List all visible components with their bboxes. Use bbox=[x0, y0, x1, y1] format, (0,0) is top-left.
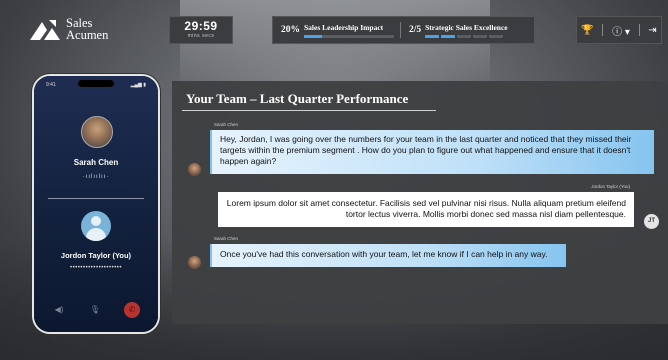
phone-divider bbox=[48, 198, 144, 199]
timer-value: 29:59 bbox=[184, 19, 218, 33]
info-icon[interactable]: ⓘ ▾ bbox=[612, 23, 630, 38]
toolbar: 🏆 ⓘ ▾ ⇥ bbox=[576, 16, 662, 44]
user-initials-avatar: JT bbox=[644, 214, 659, 229]
title-underline bbox=[182, 110, 436, 111]
progress-segment bbox=[489, 34, 504, 38]
caller-avatar bbox=[81, 116, 113, 148]
brand-name: Sales Acumen bbox=[66, 17, 109, 42]
toolbar-divider bbox=[602, 24, 604, 36]
phone-status-bar: 9:41 ▂▄▆ ▮ bbox=[46, 82, 146, 88]
progress-segment bbox=[457, 34, 472, 38]
logo-mark-icon bbox=[30, 20, 60, 40]
user-audio-dots: •••••••••••••••••••• bbox=[69, 265, 122, 271]
background-window-glow bbox=[180, 0, 490, 90]
progress-leadership-fill bbox=[304, 34, 322, 38]
user-message: Lorem ipsum dolor sit amet consectetur. … bbox=[218, 192, 634, 227]
message-sender: Sarah Chen bbox=[214, 236, 239, 241]
progress-panel: 20% Sales Leadership Impact 2/5 Strategi… bbox=[272, 16, 535, 44]
progress-leadership: 20% Sales Leadership Impact bbox=[273, 23, 394, 38]
phone-controls: ◀) 🎙 ✆ bbox=[52, 302, 140, 318]
progress-segment bbox=[441, 34, 456, 38]
caller-name: Sarah Chen bbox=[73, 158, 119, 167]
progress-excellence-title: Strategic Sales Excellence bbox=[425, 22, 508, 32]
progress-excellence-value: 2/5 bbox=[409, 25, 422, 35]
progress-leadership-value: 20% bbox=[281, 25, 300, 35]
trophy-icon[interactable]: 🏆 bbox=[581, 25, 593, 36]
message-sender: Jordon Taylor (You) bbox=[591, 184, 630, 189]
phone-signal-icon: ▂▄▆ ▮ bbox=[130, 82, 146, 88]
speaker-icon[interactable]: ◀) bbox=[52, 303, 66, 317]
conversation-panel: Your Team – Last Quarter Performance Sar… bbox=[172, 81, 668, 324]
audio-waveform-icon: ·ıılıılıı· bbox=[82, 174, 110, 180]
coach-message: Once you've had this conversation with y… bbox=[210, 244, 566, 267]
message-sender: Sarah Chen bbox=[214, 122, 239, 127]
phone-screen bbox=[34, 76, 158, 332]
progress-segment bbox=[425, 34, 440, 38]
session-timer: 29:59 mins secs bbox=[169, 16, 233, 44]
coach-message: Hey, Jordan, I was going over the number… bbox=[210, 130, 654, 174]
timer-label: mins secs bbox=[187, 33, 215, 39]
user-avatar-body bbox=[86, 228, 106, 241]
exit-icon[interactable]: ⇥ bbox=[648, 25, 656, 36]
microphone-icon[interactable]: 🎙 bbox=[88, 303, 102, 317]
progress-segment bbox=[473, 34, 488, 38]
phone-status-time: 9:41 bbox=[46, 82, 56, 88]
conversation-title: Your Team – Last Quarter Performance bbox=[186, 91, 409, 106]
progress-excellence-segments bbox=[425, 34, 507, 38]
brand-line2: Acumen bbox=[66, 28, 109, 42]
progress-excellence: 2/5 Strategic Sales Excellence bbox=[401, 23, 508, 38]
phone-call-card: 9:41 ▂▄▆ ▮ Sarah Chen ·ıılıılıı· Jordon … bbox=[32, 74, 160, 334]
coach-avatar bbox=[188, 256, 201, 269]
toolbar-divider bbox=[638, 24, 640, 36]
user-name: Jordon Taylor (You) bbox=[60, 251, 132, 260]
user-avatar-head bbox=[91, 216, 101, 226]
brand-logo: Sales Acumen bbox=[30, 17, 108, 41]
progress-leadership-title: Sales Leadership Impact bbox=[304, 22, 384, 32]
progress-leadership-bar bbox=[304, 34, 394, 38]
user-avatar bbox=[81, 211, 111, 241]
end-call-button[interactable]: ✆ bbox=[124, 302, 140, 318]
coach-avatar bbox=[188, 163, 201, 176]
